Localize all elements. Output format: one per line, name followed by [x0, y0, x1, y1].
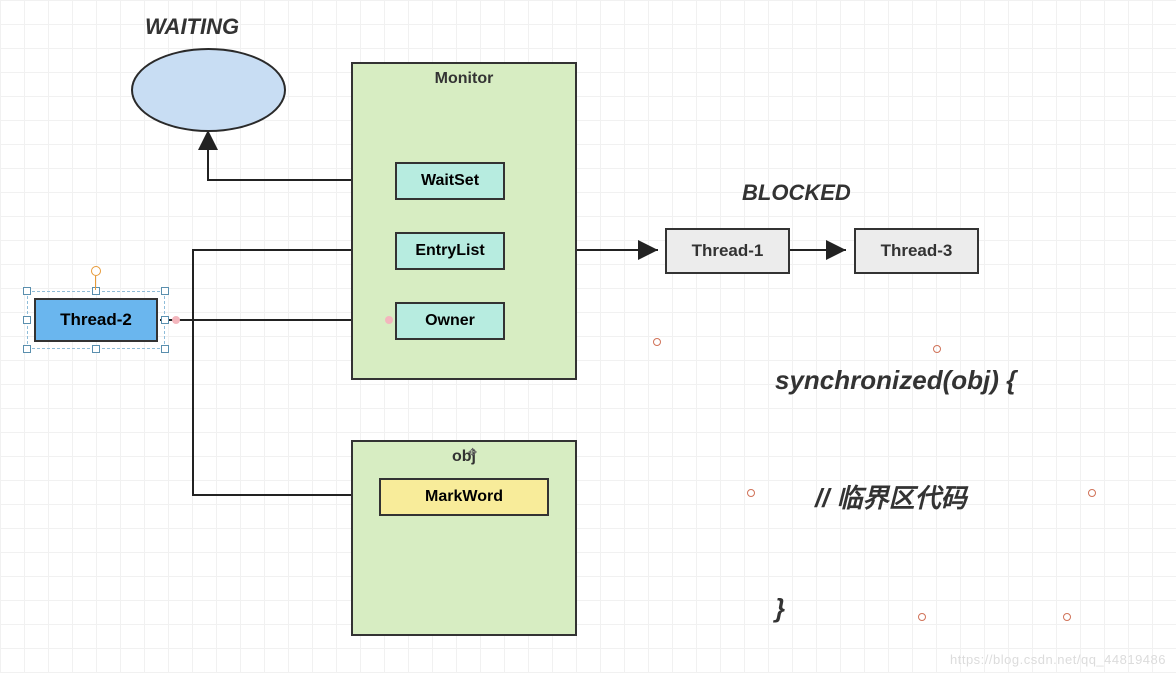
eval-circle-icon — [918, 613, 926, 621]
eval-circle-icon — [1063, 613, 1071, 621]
thread2-box[interactable]: Thread-2 — [34, 298, 158, 342]
resize-handle-n[interactable] — [92, 287, 100, 295]
entrylist-box: EntryList — [395, 232, 505, 270]
blocked-label: BLOCKED — [742, 180, 851, 206]
obj-box: obj — [351, 440, 577, 636]
waiting-label: WAITING — [145, 14, 239, 40]
connector-dot-e[interactable] — [172, 316, 180, 324]
connector-dot-owner[interactable] — [385, 316, 393, 324]
code-line3: } — [775, 593, 785, 624]
resize-handle-w[interactable] — [23, 316, 31, 324]
waitset-box: WaitSet — [395, 162, 505, 200]
watermark: https://blog.csdn.net/qq_44819486 — [950, 652, 1166, 667]
obj-title: obj — [353, 448, 575, 466]
eval-circle-icon — [933, 345, 941, 353]
resize-handle-se[interactable] — [161, 345, 169, 353]
code-line2: // 临界区代码 — [815, 478, 967, 515]
thread1-box: Thread-1 — [665, 228, 790, 274]
markword-box: MarkWord — [379, 478, 549, 516]
resize-handle-e[interactable] — [161, 316, 169, 324]
waiting-ellipse — [131, 48, 286, 132]
resize-handle-s[interactable] — [92, 345, 100, 353]
eval-circle-icon — [1088, 489, 1096, 497]
code-line1: synchronized(obj) { — [775, 365, 1016, 396]
move-icon: ✥ — [468, 446, 477, 459]
thread3-box: Thread-3 — [854, 228, 979, 274]
rotate-stem — [95, 276, 96, 290]
eval-circle-icon — [653, 338, 661, 346]
resize-handle-nw[interactable] — [23, 287, 31, 295]
eval-circle-icon — [747, 489, 755, 497]
resize-handle-ne[interactable] — [161, 287, 169, 295]
rotate-handle[interactable] — [91, 266, 101, 276]
owner-box: Owner — [395, 302, 505, 340]
resize-handle-sw[interactable] — [23, 345, 31, 353]
monitor-title: Monitor — [353, 70, 575, 88]
